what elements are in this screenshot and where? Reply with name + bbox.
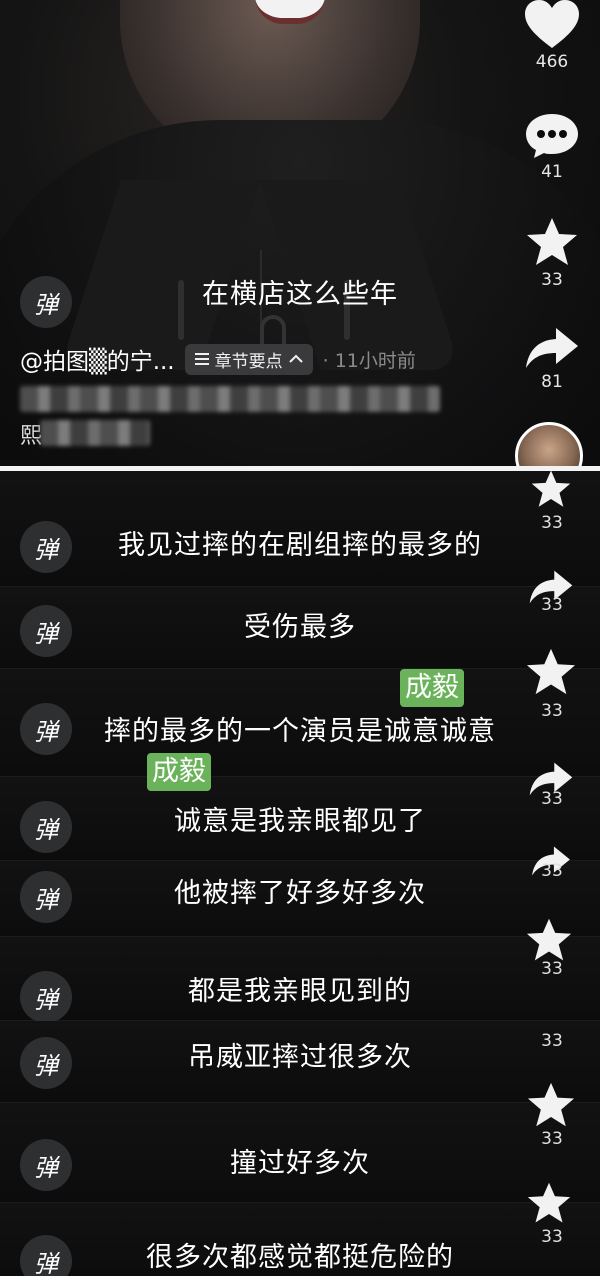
- subtitle-strip: 33 弹 他被摔了好多好多次: [0, 846, 600, 937]
- highlight-tag[interactable]: 成毅: [147, 753, 211, 791]
- chapter-points-label: 章节要点: [214, 351, 283, 372]
- share-count: 81: [541, 372, 563, 392]
- blurred-description: [20, 386, 440, 412]
- star-icon: [527, 218, 577, 265]
- subtitle-strip: 33 弹 受伤最多: [0, 570, 600, 669]
- like-button[interactable]: 466: [520, 0, 584, 72]
- description-first-char: 熙: [20, 424, 43, 449]
- star-icon: [531, 470, 571, 507]
- comment-button[interactable]: 41: [520, 112, 584, 182]
- subtitle-text: 诚意是我亲眼都见了: [174, 806, 426, 837]
- author-name[interactable]: @拍图▒的宁...: [20, 342, 175, 376]
- star-icon: [526, 648, 576, 695]
- subtitle-strip: 33 弹 成毅 诚意是我亲眼都见了: [0, 753, 600, 861]
- video-caption: 在横店这么些年: [202, 279, 398, 310]
- subtitle-text: 很多次都感觉都挺危险的: [146, 1242, 454, 1273]
- subtitle-text: 摔的最多的一个演员是诚意诚意: [104, 716, 496, 747]
- share-arrow-icon: [526, 328, 578, 368]
- share-button[interactable]: 81: [520, 326, 584, 392]
- video-frame[interactable]: 466 41 33 81 弹 在横店这么些年 @拍图▒的宁... 章节要点 · …: [0, 0, 600, 466]
- subtitle-strip: 33 弹 撞过好多次: [0, 1082, 600, 1203]
- list-icon: [194, 353, 209, 365]
- blurred-description-2: [40, 420, 150, 446]
- star-icon: [526, 918, 572, 961]
- subtitle-text: 都是我亲眼见到的: [188, 976, 412, 1007]
- comment-count: 41: [541, 162, 563, 182]
- subtitle-text: 受伤最多: [244, 612, 356, 643]
- chapter-points-button[interactable]: 章节要点: [184, 343, 313, 375]
- subtitle-text: 我见过摔的在剧组摔的最多的: [118, 530, 482, 561]
- star-icon: [527, 1182, 571, 1223]
- star-icon: [527, 1082, 575, 1127]
- highlight-tag[interactable]: 成毅: [400, 669, 464, 707]
- subtitle-text: 撞过好多次: [230, 1148, 370, 1179]
- post-time: · 11小时前: [322, 349, 416, 372]
- subtitle-strip: 33 弹 成毅 摔的最多的一个演员是诚意诚意: [0, 648, 600, 777]
- subtitle-text: 他被摔了好多好多次: [174, 878, 426, 909]
- heart-icon: [525, 0, 579, 48]
- like-count: 466: [535, 52, 569, 72]
- subtitle-strip: 33 弹 很多次都感觉都挺危险的: [0, 1182, 600, 1276]
- chevron-up-icon: [288, 354, 303, 363]
- subtitle-text: 吊威亚摔过很多次: [188, 1042, 412, 1073]
- subtitle-strip: 33 弹 都是我亲眼见到的: [0, 918, 600, 1023]
- comment-bubble-icon: [526, 114, 578, 158]
- subtitle-strip: 33 弹 吊威亚摔过很多次: [0, 1021, 600, 1103]
- subtitle-strip: 33 弹 我见过摔的在剧组摔的最多的: [0, 470, 600, 587]
- author-row: @拍图▒的宁... 章节要点 · 11小时前: [20, 342, 416, 376]
